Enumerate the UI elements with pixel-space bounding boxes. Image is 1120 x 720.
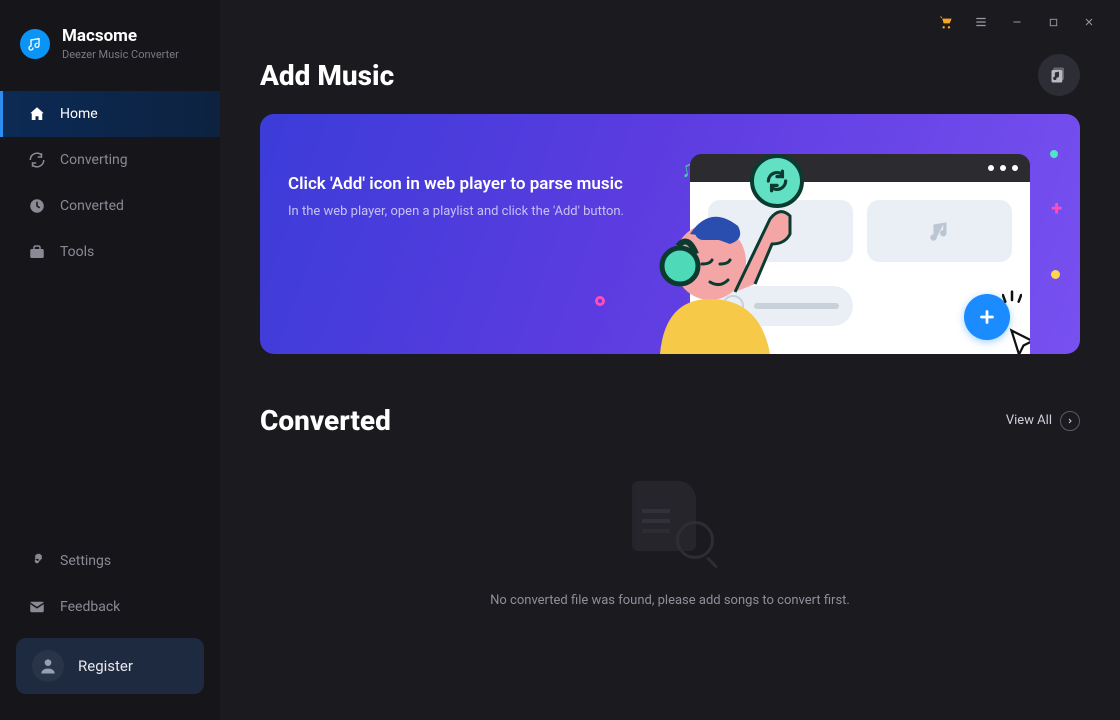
main-nav: Home Converting Converted Tools	[0, 91, 220, 538]
cursor-icon	[1004, 326, 1030, 354]
instruction-banner: Click 'Add' icon in web player to parse …	[260, 114, 1080, 354]
add-music-header: Add Music	[260, 54, 1080, 96]
view-all-label: View All	[1006, 413, 1052, 428]
banner-illustration: ♫	[640, 144, 1060, 344]
close-button[interactable]	[1074, 7, 1104, 37]
sidebar-item-tools[interactable]: Tools	[0, 229, 220, 275]
sidebar-item-label: Converted	[60, 198, 124, 214]
converted-header: Converted View All	[260, 404, 1080, 437]
titlebar	[220, 0, 1120, 44]
sidebar-item-home[interactable]: Home	[0, 91, 220, 137]
minimize-button[interactable]	[1002, 7, 1032, 37]
empty-document-icon	[622, 473, 718, 563]
empty-state: No converted file was found, please add …	[260, 455, 1080, 638]
sidebar-item-converting[interactable]: Converting	[0, 137, 220, 183]
main-area: Add Music Click 'Add' icon in web player…	[220, 0, 1120, 720]
music-tile-icon	[867, 200, 1012, 262]
maximize-button[interactable]	[1038, 7, 1068, 37]
sidebar-item-label: Settings	[60, 553, 111, 569]
converted-icon	[28, 197, 46, 215]
circle-decoration-icon	[595, 296, 605, 306]
spark-lines-icon	[1002, 286, 1022, 304]
brand-name: Macsome	[62, 26, 179, 46]
user-icon	[32, 650, 64, 682]
person-illustration	[640, 184, 820, 354]
content: Add Music Click 'Add' icon in web player…	[220, 44, 1120, 658]
settings-icon	[28, 552, 46, 570]
bottom-nav: Settings Feedback Register	[0, 538, 220, 720]
converted-title: Converted	[260, 404, 391, 437]
brand-area: Macsome Deezer Music Converter	[0, 18, 220, 81]
sidebar-item-label: Converting	[60, 152, 128, 168]
add-source-button[interactable]	[1038, 54, 1080, 96]
home-icon	[28, 105, 46, 123]
register-label: Register	[78, 657, 133, 675]
sidebar-item-settings[interactable]: Settings	[0, 538, 220, 584]
sidebar-item-label: Home	[60, 106, 98, 122]
brand-logo-icon	[20, 29, 50, 59]
view-all-button[interactable]: View All	[1006, 411, 1080, 431]
register-button[interactable]: Register	[16, 638, 204, 694]
feedback-icon	[28, 598, 46, 616]
cart-button[interactable]	[930, 7, 960, 37]
sidebar: Macsome Deezer Music Converter Home Conv…	[0, 0, 220, 720]
sidebar-item-label: Tools	[60, 244, 94, 260]
add-music-title: Add Music	[260, 59, 394, 92]
tools-icon	[28, 243, 46, 261]
brand-subtitle: Deezer Music Converter	[62, 48, 179, 61]
empty-text: No converted file was found, please add …	[260, 593, 1080, 608]
converting-icon	[28, 151, 46, 169]
chevron-right-icon	[1060, 411, 1080, 431]
sidebar-item-feedback[interactable]: Feedback	[0, 584, 220, 630]
sidebar-item-label: Feedback	[60, 599, 120, 615]
menu-button[interactable]	[966, 7, 996, 37]
sidebar-item-converted[interactable]: Converted	[0, 183, 220, 229]
